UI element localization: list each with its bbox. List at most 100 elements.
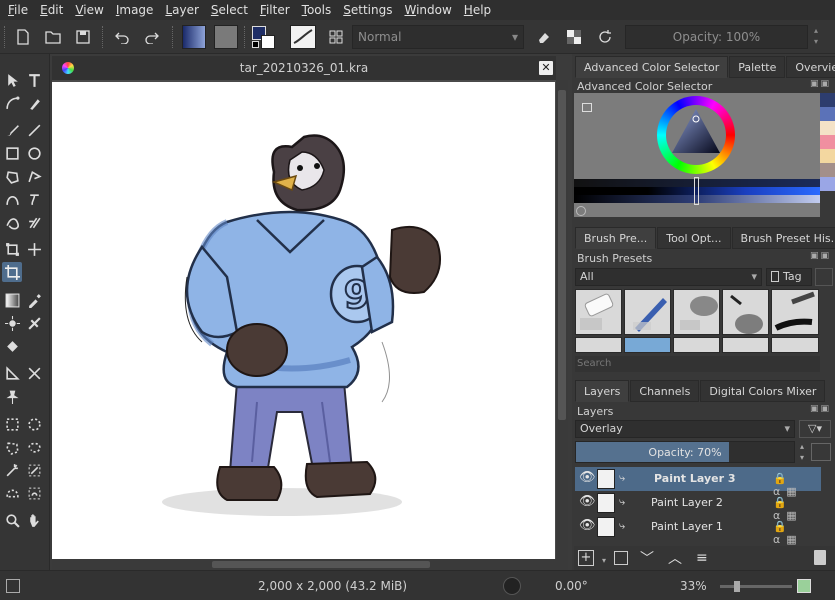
brush-preset-marker[interactable] bbox=[771, 289, 819, 335]
zoom-slider-track[interactable] bbox=[720, 581, 792, 592]
freehand-path-tool-icon[interactable] bbox=[24, 189, 44, 209]
tab-advanced-color-selector[interactable]: Advanced Color Selector bbox=[575, 56, 729, 78]
pattern-swatch[interactable] bbox=[214, 25, 238, 49]
move-layer-up-icon[interactable]: ︿ bbox=[668, 548, 682, 568]
color-picker-tool-icon[interactable] bbox=[24, 290, 44, 310]
color-swatch[interactable] bbox=[820, 93, 835, 107]
visibility-eye-icon[interactable]: 👁 bbox=[579, 495, 596, 509]
brush-filter-select[interactable]: All ▾ bbox=[575, 268, 762, 286]
foreground-background-color[interactable] bbox=[252, 26, 278, 50]
undo-icon[interactable] bbox=[111, 26, 133, 48]
edit-shapes-tool-icon[interactable] bbox=[2, 93, 22, 113]
menu-tools[interactable]: Tools bbox=[296, 0, 338, 20]
move-layer-down-icon[interactable]: ﹀ bbox=[640, 548, 654, 568]
preserve-alpha-icon[interactable] bbox=[563, 26, 585, 48]
magnetic-select-tool-icon[interactable] bbox=[24, 483, 44, 503]
opacity-slider[interactable]: Opacity: 100% bbox=[625, 25, 808, 49]
docker-float-close-icon[interactable]: ▣▣ bbox=[810, 404, 831, 414]
layer-filter-button[interactable]: ▽▾ bbox=[799, 420, 831, 438]
docker-float-close-icon[interactable]: ▣▣ bbox=[810, 79, 831, 89]
tab-tool-options[interactable]: Tool Opt... bbox=[657, 227, 731, 249]
layer-blend-mode-select[interactable]: Overlay ▾ bbox=[575, 420, 795, 438]
visibility-eye-icon[interactable]: 👁 bbox=[579, 519, 596, 533]
measure-tool-icon[interactable] bbox=[2, 363, 22, 383]
close-document-icon[interactable]: ✕ bbox=[539, 61, 553, 75]
color-swatch[interactable] bbox=[820, 135, 835, 149]
color-swatch[interactable] bbox=[820, 149, 835, 163]
fill-tool-icon[interactable] bbox=[2, 336, 22, 356]
eraser-mode-icon[interactable] bbox=[533, 26, 555, 48]
refresh-icon[interactable] bbox=[576, 206, 586, 216]
color-swatch[interactable] bbox=[820, 121, 835, 135]
move-tool-icon[interactable] bbox=[24, 239, 44, 259]
layer-opacity-slider[interactable]: Opacity: 70% bbox=[575, 441, 795, 463]
slider-handle[interactable] bbox=[694, 177, 699, 205]
brush-preset-eraser[interactable] bbox=[575, 289, 622, 335]
assistant-tool-icon[interactable] bbox=[24, 313, 44, 333]
polygon-select-tool-icon[interactable] bbox=[2, 437, 22, 457]
crop-tool-icon[interactable] bbox=[2, 262, 22, 282]
duplicate-layer-icon[interactable] bbox=[614, 551, 628, 565]
menu-select[interactable]: Select bbox=[205, 0, 254, 20]
brush-preset-8[interactable] bbox=[673, 337, 720, 353]
grid-icon[interactable] bbox=[325, 26, 347, 48]
delete-layer-icon[interactable] bbox=[814, 550, 826, 565]
gradient-tool-icon[interactable] bbox=[2, 290, 22, 310]
saturation-value-triangle[interactable] bbox=[670, 107, 722, 157]
layer-lock-alpha-icons[interactable]: 🔒α▦ bbox=[773, 520, 821, 546]
tab-brush-presets[interactable]: Brush Pre... bbox=[575, 227, 657, 249]
menu-edit[interactable]: Edit bbox=[34, 0, 69, 20]
open-folder-icon[interactable] bbox=[42, 26, 64, 48]
layer-row[interactable]: 👁 ⤷ Paint Layer 2 🔒α▦ bbox=[575, 491, 821, 522]
menu-window[interactable]: Window bbox=[398, 0, 457, 20]
reference-images-tool-icon[interactable] bbox=[2, 386, 22, 406]
brush-search-input[interactable]: Search bbox=[575, 356, 820, 372]
dynamic-brush-tool-icon[interactable] bbox=[2, 212, 22, 232]
color-swatch[interactable] bbox=[820, 163, 835, 177]
rotation-dial-icon[interactable] bbox=[503, 577, 521, 595]
menu-settings[interactable]: Settings bbox=[337, 0, 398, 20]
smart-patch-tool-icon[interactable] bbox=[2, 313, 22, 333]
tab-brush-preset-history[interactable]: Brush Preset His... bbox=[731, 227, 835, 249]
tab-digital-colors-mixer[interactable]: Digital Colors Mixer bbox=[700, 380, 826, 402]
bezier-select-tool-icon[interactable] bbox=[2, 483, 22, 503]
advanced-color-selector[interactable] bbox=[574, 93, 820, 217]
layer-properties-icon[interactable] bbox=[811, 443, 831, 461]
similar-select-tool-icon[interactable] bbox=[24, 460, 44, 480]
redo-icon[interactable] bbox=[141, 26, 163, 48]
polygon-tool-icon[interactable] bbox=[2, 166, 22, 186]
brush-preset-ink-pen[interactable] bbox=[722, 289, 769, 335]
ellipse-select-tool-icon[interactable] bbox=[24, 414, 44, 434]
brush-preset-7[interactable] bbox=[624, 337, 671, 353]
color-swatch[interactable] bbox=[820, 107, 835, 121]
canvas-horizontal-scrollbar[interactable] bbox=[52, 559, 556, 570]
tab-channels[interactable]: Channels bbox=[630, 380, 700, 402]
gradient-preset-swatch[interactable] bbox=[182, 25, 206, 49]
freehand-brush-tool-icon[interactable] bbox=[2, 120, 22, 140]
perspective-assistant-icon[interactable] bbox=[24, 363, 44, 383]
tab-palette[interactable]: Palette bbox=[729, 56, 786, 78]
freehand-select-tool-icon[interactable] bbox=[24, 437, 44, 457]
line-tool-icon[interactable] bbox=[24, 120, 44, 140]
brush-preset-blue-pencil[interactable] bbox=[624, 289, 671, 335]
layer-row[interactable]: 👁 ⤷ Paint Layer 1 🔒α▦ bbox=[575, 515, 821, 546]
fit-to-view-icon[interactable] bbox=[797, 579, 811, 593]
selection-mode-icon[interactable] bbox=[6, 579, 20, 593]
menu-layer[interactable]: Layer bbox=[159, 0, 204, 20]
brush-tag-button[interactable]: Tag bbox=[766, 268, 812, 286]
brush-preset-9[interactable] bbox=[722, 337, 769, 353]
polyline-tool-icon[interactable] bbox=[24, 166, 44, 186]
tab-layers[interactable]: Layers bbox=[575, 380, 630, 402]
visibility-eye-icon[interactable]: 👁 bbox=[579, 471, 596, 485]
opacity-spin-arrows[interactable]: ▴ ▾ bbox=[811, 25, 821, 49]
zoom-slider-handle[interactable] bbox=[734, 581, 740, 592]
menu-image[interactable]: Image bbox=[110, 0, 160, 20]
menu-file[interactable]: File bbox=[2, 0, 34, 20]
chevron-down-icon[interactable]: ▾ bbox=[602, 556, 606, 565]
docker-float-close-icon[interactable]: ▣▣ bbox=[810, 251, 831, 261]
multibrush-tool-icon[interactable] bbox=[24, 212, 44, 232]
blend-mode-select[interactable]: Normal ▾ bbox=[352, 25, 524, 49]
transform-tool-icon[interactable] bbox=[2, 239, 22, 259]
zoom-tool-icon[interactable] bbox=[2, 510, 22, 530]
menu-filter[interactable]: Filter bbox=[254, 0, 296, 20]
